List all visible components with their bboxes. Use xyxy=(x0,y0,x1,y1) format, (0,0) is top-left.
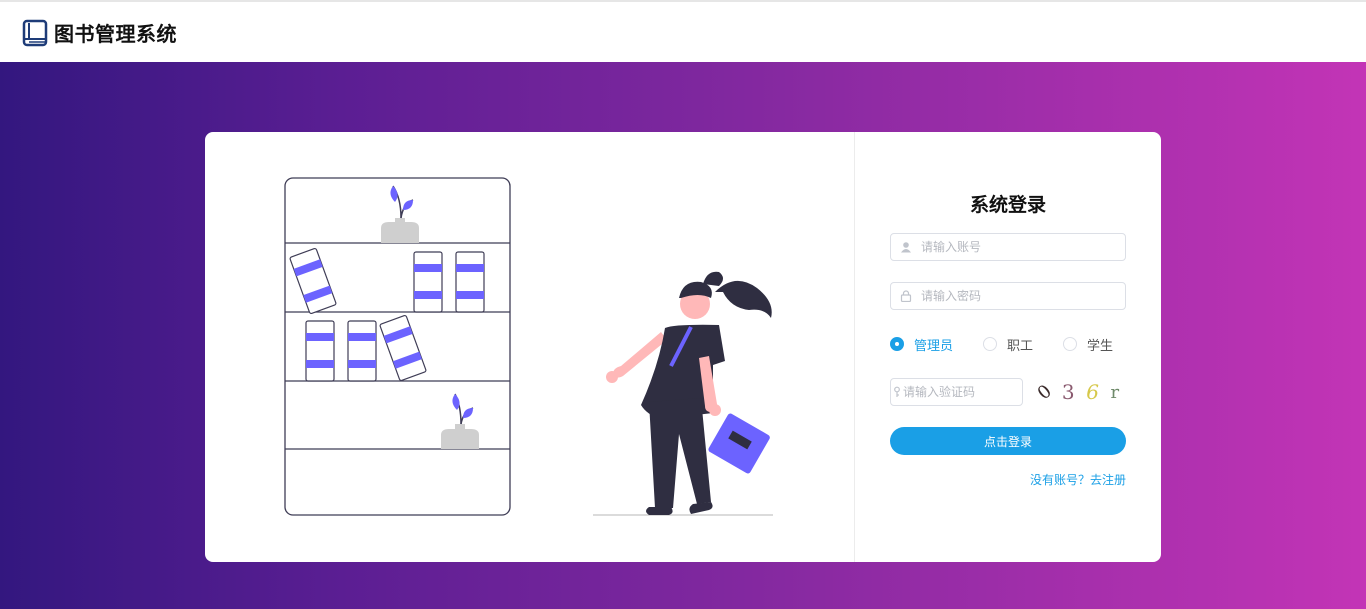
books-shelf-2 xyxy=(305,314,427,382)
login-button[interactable]: 点击登录 xyxy=(890,427,1126,455)
captcha-image[interactable]: 0 3 6 r xyxy=(1033,378,1125,406)
role-radio-staff[interactable]: 职工 xyxy=(983,335,1033,354)
register-link[interactable]: 没有账号？去注册 xyxy=(1030,471,1126,488)
captcha-char: r xyxy=(1110,381,1120,403)
role-label: 职工 xyxy=(1007,338,1034,354)
role-radio-group: 管理员 职工 学生 xyxy=(890,334,1126,354)
woman-figure xyxy=(606,271,772,515)
captcha-char: 6 xyxy=(1086,380,1099,404)
plant-bottom xyxy=(441,393,479,449)
radio-indicator[interactable] xyxy=(890,337,904,351)
username-input[interactable] xyxy=(921,235,1125,259)
top-header: 图书管理系统 xyxy=(0,0,1366,62)
card-divider xyxy=(854,132,855,562)
username-field[interactable] xyxy=(890,233,1126,261)
captcha-char: 3 xyxy=(1061,380,1075,404)
books-shelf-1 xyxy=(289,247,485,315)
password-input[interactable] xyxy=(921,284,1125,308)
key-icon xyxy=(891,386,903,398)
role-radio-student[interactable]: 学生 xyxy=(1063,335,1113,354)
app-title: 图书管理系统 xyxy=(54,22,177,46)
role-label: 学生 xyxy=(1087,338,1114,354)
plant-top xyxy=(381,185,419,243)
user-icon xyxy=(891,241,921,253)
captcha-input[interactable] xyxy=(903,380,1053,404)
password-field[interactable] xyxy=(890,282,1126,310)
captcha-field[interactable] xyxy=(890,378,1053,406)
role-radio-admin[interactable]: 管理员 xyxy=(890,335,953,354)
captcha-row: 0 3 6 r xyxy=(890,378,1126,406)
role-label: 管理员 xyxy=(914,338,954,354)
login-form: 系统登录 管理员 职工 学生 xyxy=(890,132,1126,562)
app-logo[interactable]: 图书管理系统 xyxy=(22,18,177,47)
book-icon xyxy=(22,19,48,46)
login-card: 系统登录 管理员 职工 学生 xyxy=(205,132,1161,562)
radio-indicator[interactable] xyxy=(1063,337,1078,351)
lock-icon xyxy=(891,290,921,302)
radio-indicator[interactable] xyxy=(983,337,998,351)
login-title: 系统登录 xyxy=(969,194,1046,216)
library-illustration xyxy=(284,177,773,516)
captcha-char: 0 xyxy=(1033,380,1056,404)
